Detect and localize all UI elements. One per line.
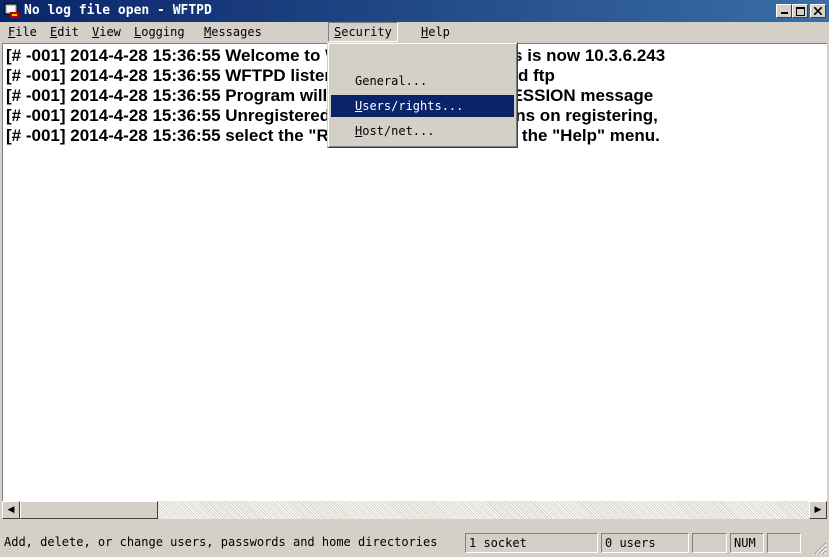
status-bar: Add, delete, or change users, passwords … [0, 528, 829, 557]
menu-item-host-net[interactable]: Host/net... [331, 120, 514, 142]
horizontal-scrollbar[interactable]: ◀ ▶ [2, 501, 827, 519]
menu-messages[interactable]: Messages [199, 22, 267, 42]
menu-item-users-rights[interactable]: Users/rights... [331, 95, 514, 117]
arrow-right-icon: ▶ [814, 505, 822, 515]
menu-file[interactable]: File [3, 22, 42, 42]
scroll-thumb[interactable] [20, 501, 158, 519]
maximize-icon [795, 7, 805, 16]
title-bar[interactable]: No log file open - WFTPD [0, 0, 829, 22]
maximize-button[interactable] [792, 4, 808, 18]
close-button[interactable] [810, 4, 826, 18]
menu-logging[interactable]: Logging [129, 22, 190, 42]
minimize-icon [780, 12, 788, 14]
status-users: 0 users [601, 533, 689, 553]
status-scroll-pane [767, 533, 801, 553]
menu-edit[interactable]: Edit [45, 22, 84, 42]
menu-security[interactable]: Security [328, 22, 398, 42]
window-title: No log file open - WFTPD [24, 3, 212, 18]
minimize-button[interactable] [776, 4, 792, 18]
status-sockets: 1 socket [465, 533, 598, 553]
status-message: Add, delete, or change users, passwords … [4, 535, 438, 549]
menu-item-general[interactable]: General... [331, 70, 514, 92]
menu-bar: File Edit View Logging Messages Security… [0, 22, 829, 42]
menu-help[interactable]: Help [416, 22, 455, 42]
wftpd-app-icon[interactable] [4, 3, 20, 19]
security-dropdown-menu: General... Users/rights... Host/net... [327, 42, 518, 148]
status-blank-pane [692, 533, 727, 553]
status-num: NUM [730, 533, 764, 553]
scroll-right-button[interactable]: ▶ [809, 501, 827, 519]
scroll-left-button[interactable]: ◀ [2, 501, 20, 519]
menu-view[interactable]: View [87, 22, 126, 42]
arrow-left-icon: ◀ [7, 505, 15, 515]
resize-grip-icon[interactable] [813, 541, 827, 555]
wftpd-window: No log file open - WFTPD File Edit View … [0, 0, 829, 557]
close-icon [813, 6, 823, 16]
